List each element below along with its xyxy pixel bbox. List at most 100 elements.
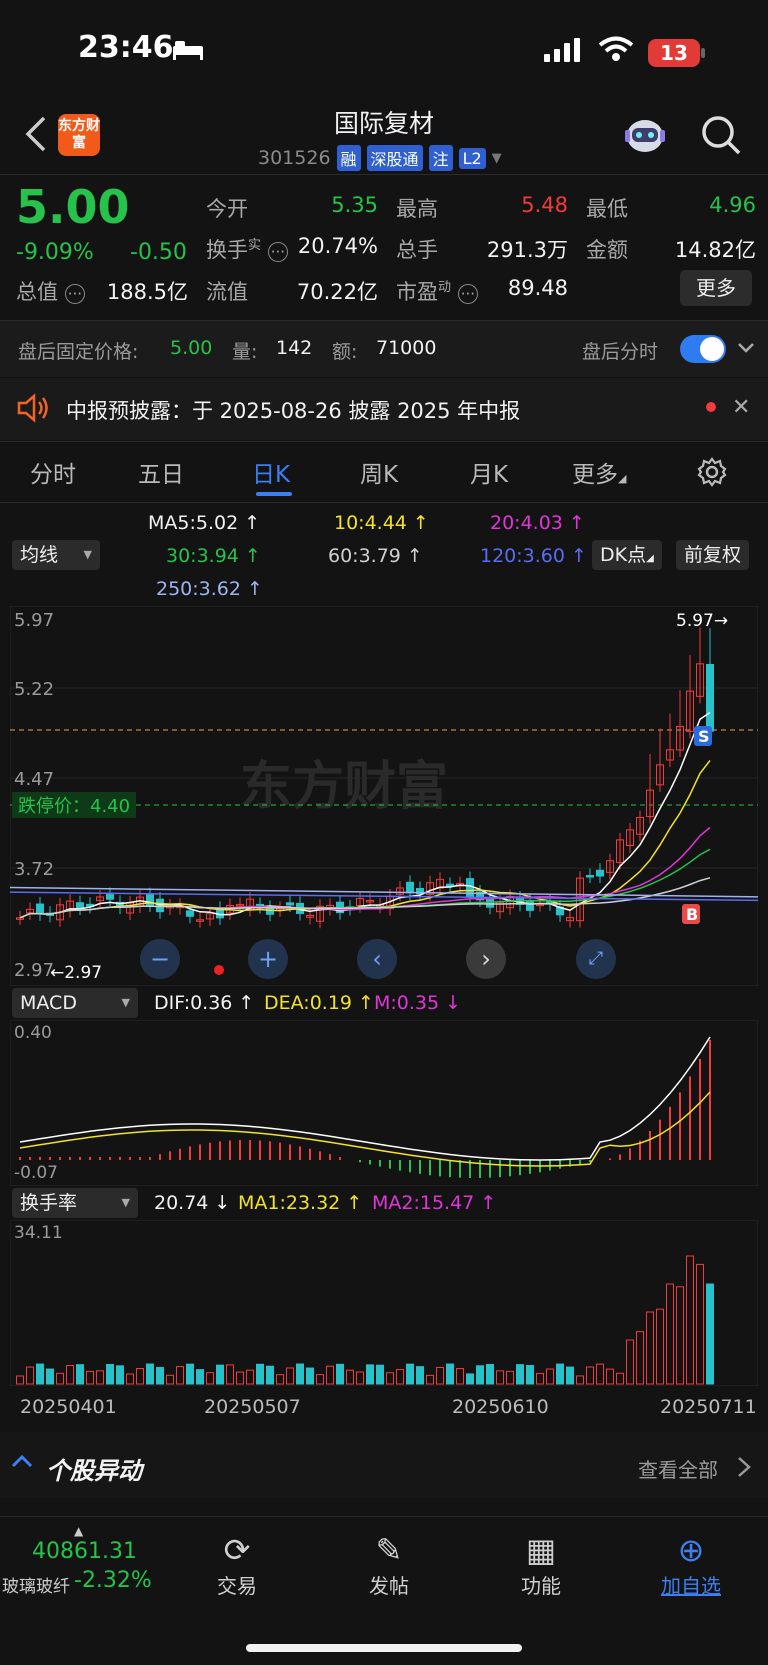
chevron-right-icon[interactable] — [736, 1456, 752, 1482]
index-name[interactable]: 玻璃玻纤 — [2, 1572, 70, 1597]
info-icon[interactable]: ··· — [267, 242, 289, 262]
status-time: 23:46 — [78, 30, 174, 65]
after-hours-toggle[interactable] — [680, 335, 726, 363]
macd-dea: DEA:0.19 ↑ — [264, 992, 374, 1014]
price-change-pct: -9.09% — [16, 240, 94, 265]
chevron-down-icon[interactable]: ▼ — [492, 151, 502, 166]
turnover-sup: 实 — [248, 238, 262, 253]
zoom-out-button[interactable]: − — [140, 939, 180, 979]
macd-dif: DIF:0.36 ↑ — [154, 992, 255, 1014]
tab-intraday[interactable]: 分时 — [30, 455, 76, 489]
tab-five-day[interactable]: 五日 — [138, 455, 184, 489]
turnover-bar — [256, 1363, 264, 1385]
info-icon[interactable]: ··· — [457, 284, 479, 304]
speaker-icon — [16, 393, 50, 427]
dk-point-button[interactable]: DK点◢ — [592, 540, 662, 570]
turnover-bar — [336, 1363, 344, 1385]
robot-assistant-icon[interactable] — [622, 114, 668, 160]
turnover-bar — [376, 1364, 384, 1385]
total-cap-value: 188.5亿 — [106, 280, 188, 304]
open-value: 5.35 — [331, 193, 378, 217]
volume-label: 总手 — [396, 238, 438, 262]
close-icon[interactable]: ✕ — [732, 395, 750, 420]
open-label: 今开 — [206, 197, 248, 221]
nav-functions-label: 功能 — [521, 1574, 561, 1598]
ma20-legend: 20:4.03 ↑ — [490, 512, 585, 534]
after-hours-toggle-label: 盘后分时 — [582, 341, 659, 363]
dk-point-label: DK点 — [600, 544, 647, 566]
turnover-bar — [46, 1368, 54, 1385]
macd-bottom-tick: -0.07 — [14, 1163, 58, 1183]
nav-add-watchlist[interactable]: ⊕ 加自选 — [646, 1530, 736, 1599]
info-icon[interactable]: ··· — [64, 284, 85, 304]
kline-chart[interactable]: 东方财富 跌停价：4.40 5.97 5.22 4.47 3.72 2.97 5… — [10, 606, 758, 986]
ma-selector[interactable]: 均线 ▼ — [12, 540, 100, 570]
date-label: 20250401 — [20, 1396, 117, 1418]
nav-trade-label: 交易 — [217, 1574, 257, 1598]
nav-post[interactable]: ✎ 发帖 — [344, 1530, 434, 1599]
macd-chart[interactable]: 0.40 -0.07 — [10, 1020, 758, 1186]
turnover-selector[interactable]: 换手率 ▼ — [12, 1188, 138, 1218]
index-pct[interactable]: -2.32% — [74, 1568, 152, 1593]
macd-selector-label: MACD — [20, 992, 77, 1014]
turnover-bar — [476, 1365, 484, 1385]
view-all-link[interactable]: 查看全部 — [638, 1454, 718, 1483]
turnover-value: 20.74% — [297, 234, 378, 258]
nav-add-watchlist-label: 加自选 — [661, 1574, 721, 1598]
high-value: 5.48 — [521, 193, 568, 217]
turnover-bar — [366, 1364, 374, 1385]
total-cap-label-text: 总值 — [16, 280, 58, 304]
macd-selector[interactable]: MACD ▼ — [12, 988, 138, 1018]
tab-monthly-k[interactable]: 月K — [470, 455, 508, 489]
edit-icon: ✎ — [375, 1531, 403, 1569]
tab-indicator — [256, 492, 292, 496]
scroll-right-button[interactable]: › — [466, 939, 506, 979]
ma250-legend: 250:3.62 ↑ — [156, 578, 263, 600]
divider — [0, 174, 768, 175]
date-label: 20250711 — [660, 1396, 757, 1418]
notice-text[interactable]: 中报预披露：于 2025-08-26 披露 2025 年中报 — [66, 395, 520, 425]
float-cap-label: 流值 — [206, 280, 248, 304]
chevron-up-icon[interactable] — [10, 1450, 34, 1478]
price-change: -0.50 — [130, 240, 187, 265]
scroll-left-button[interactable]: ‹ — [357, 939, 397, 979]
turnover-bar — [196, 1369, 204, 1385]
adjust-button[interactable]: 前复权 — [676, 540, 750, 570]
tab-daily-k[interactable]: 日K — [252, 455, 290, 489]
high-label: 最高 — [396, 197, 438, 221]
caret-up-icon: ▲ — [74, 1524, 84, 1538]
y-tick-1: 5.22 — [14, 679, 54, 700]
tag-level2: L2 — [458, 147, 486, 169]
turnover-ma1: MA1:23.32 ↑ — [238, 1192, 363, 1214]
search-icon[interactable] — [700, 114, 742, 160]
low-value: 4.96 — [709, 193, 756, 217]
tab-more[interactable]: 更多◢ — [572, 455, 626, 489]
chevron-down-icon[interactable] — [736, 338, 756, 362]
settings-gear-icon[interactable] — [696, 456, 728, 492]
tag-margin: 融 — [336, 145, 361, 171]
low-label: 最低 — [586, 197, 628, 221]
turnover-bar — [216, 1364, 224, 1385]
add-circle-icon: ⊕ — [677, 1531, 705, 1569]
date-label: 20250507 — [204, 1396, 301, 1418]
macd-top-tick: 0.40 — [14, 1023, 52, 1043]
turnover-bar — [486, 1363, 494, 1385]
turnover-chart[interactable]: 34.11 — [10, 1220, 758, 1386]
macd-m: M:0.35 ↓ — [374, 992, 462, 1014]
turnover-ma2: MA2:15.47 ↑ — [372, 1192, 497, 1214]
index-value[interactable]: 40861.31 — [32, 1539, 137, 1564]
turnover-bar — [406, 1363, 414, 1385]
signal-icon — [544, 38, 582, 66]
divider — [0, 441, 768, 442]
after-hours-amt-label: 额: — [332, 341, 358, 363]
pe-sup: 动 — [438, 280, 452, 295]
tab-weekly-k[interactable]: 周K — [360, 455, 398, 489]
nav-trade[interactable]: ⟳ 交易 — [192, 1530, 282, 1599]
fullscreen-button[interactable]: ⤢ — [576, 939, 616, 979]
date-label: 20250610 — [452, 1396, 549, 1418]
more-button[interactable]: 更多 — [680, 270, 752, 306]
turnover-bar — [516, 1364, 524, 1385]
battery-tip — [701, 48, 705, 58]
zoom-in-button[interactable]: + — [248, 939, 288, 979]
nav-functions[interactable]: ▦ 功能 — [496, 1530, 586, 1599]
